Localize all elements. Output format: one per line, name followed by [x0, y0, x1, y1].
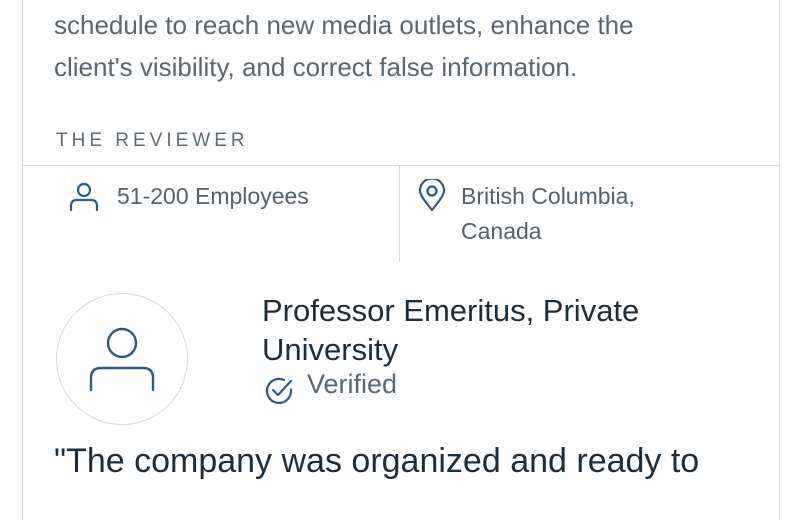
meta-column-divider	[399, 166, 400, 262]
section-divider	[23, 165, 779, 166]
user-avatar-icon	[89, 327, 155, 392]
person-icon	[67, 180, 101, 219]
avatar	[56, 293, 188, 425]
reviewer-location: British Columbia, Canada	[461, 183, 635, 244]
reviewer-title: Professor Emeritus, Private University	[262, 293, 640, 367]
check-circle-icon	[263, 375, 295, 412]
review-summary-text: schedule to reach new media outlets, enh…	[54, 10, 634, 82]
map-pin-icon	[417, 177, 447, 218]
company-size: 51-200 Employees	[117, 183, 309, 209]
review-card: schedule to reach new media outlets, enh…	[22, 0, 780, 520]
review-quote: "The company was organized and ready to	[54, 442, 700, 480]
reviewer-section-label: THE REVIEWER	[56, 130, 249, 151]
verified-label: Verified	[307, 369, 398, 399]
